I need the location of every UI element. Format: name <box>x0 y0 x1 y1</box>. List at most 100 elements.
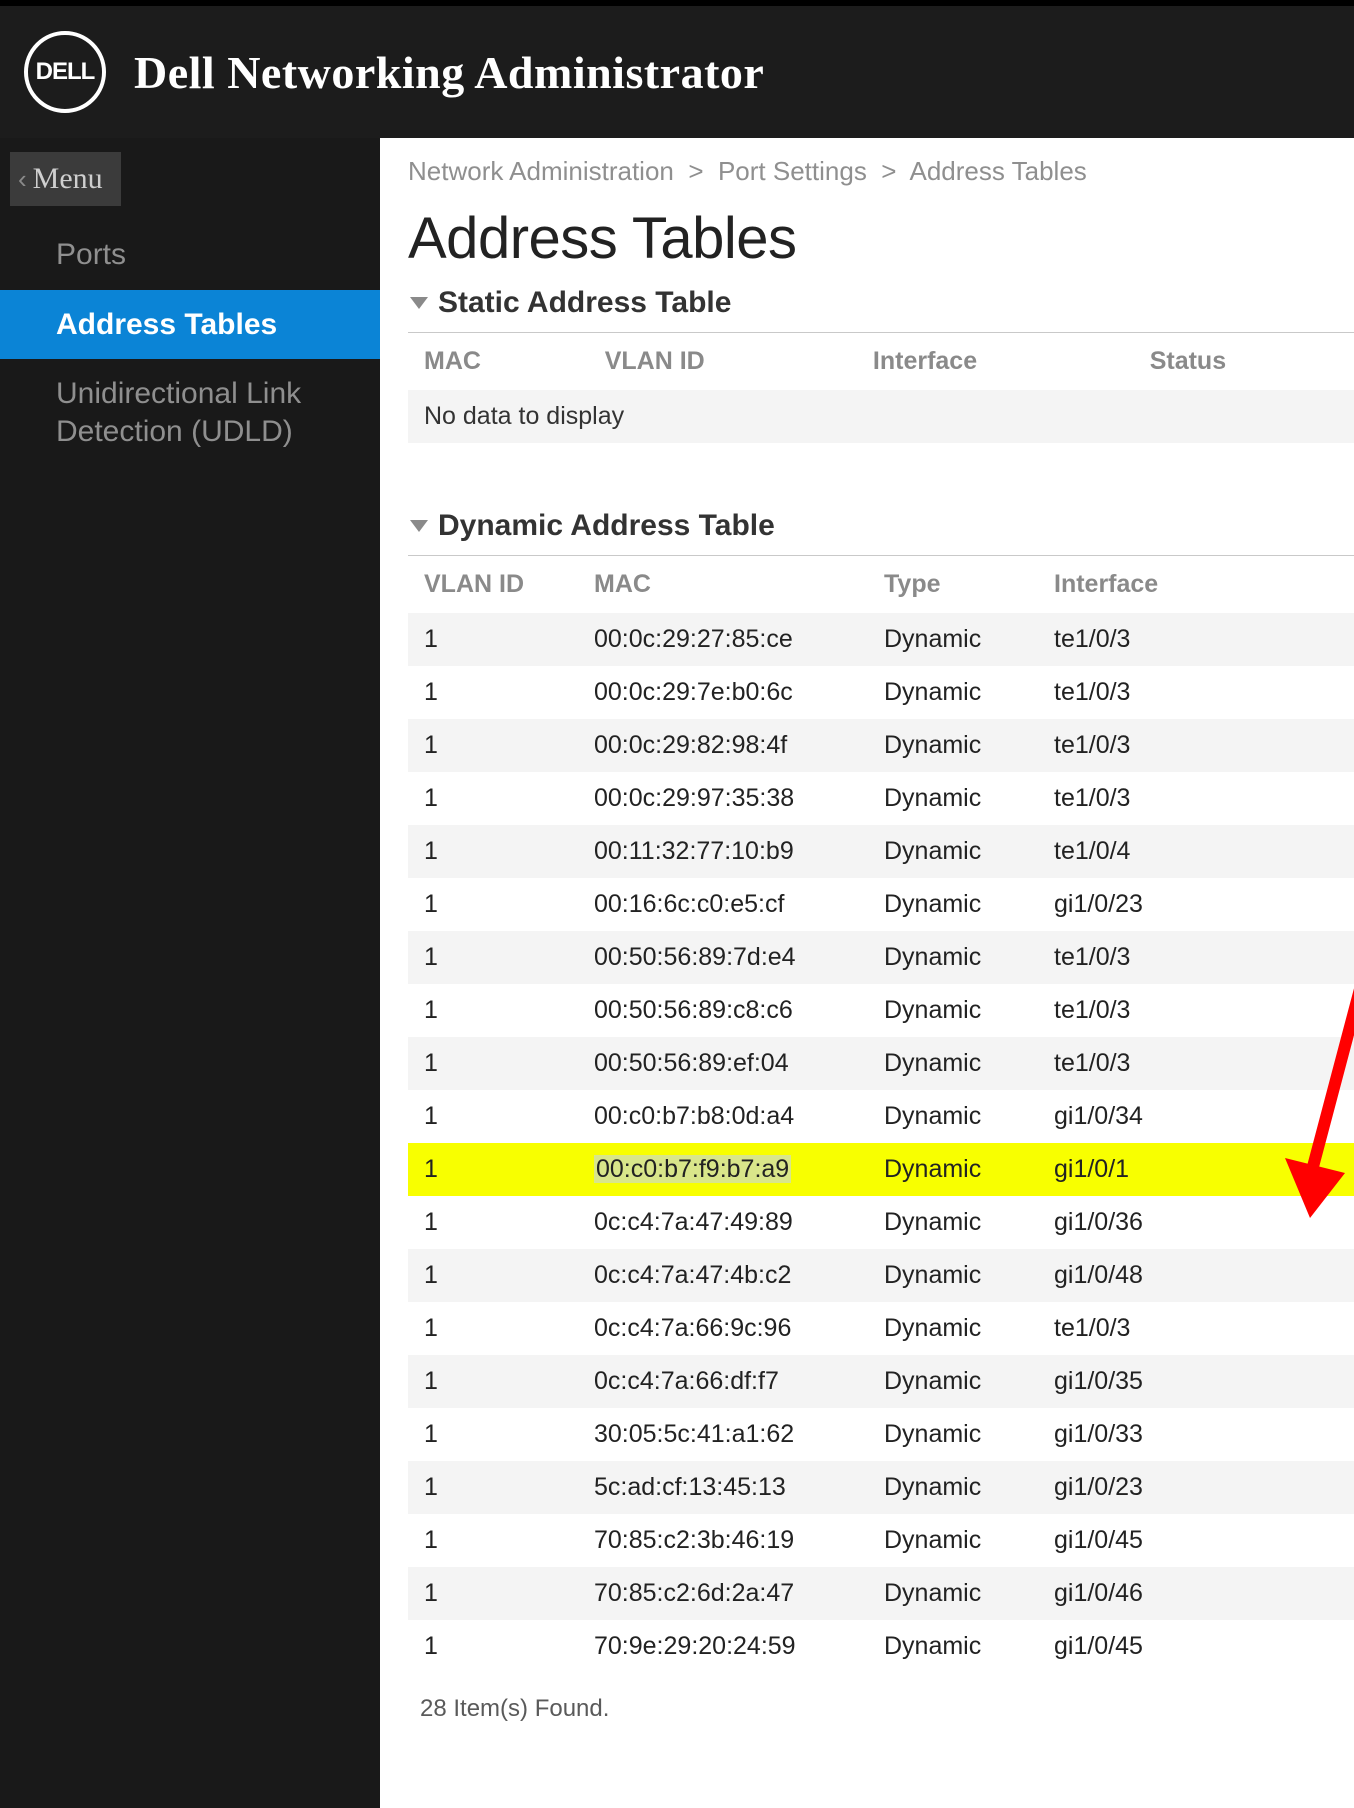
cell-mac: 00:c0:b7:f9:b7:a9 <box>578 1143 868 1196</box>
cell-vlan: 1 <box>408 613 578 666</box>
col-type[interactable]: Type <box>868 556 1038 613</box>
dynamic-section-title: Dynamic Address Table <box>438 509 775 543</box>
cell-type: Dynamic <box>868 878 1038 931</box>
cell-mac: 0c:c4:7a:47:49:89 <box>578 1196 868 1249</box>
cell-mac: 00:11:32:77:10:b9 <box>578 825 868 878</box>
cell-mac: 70:9e:29:20:24:59 <box>578 1620 868 1673</box>
cell-type: Dynamic <box>868 1196 1038 1249</box>
cell-vlan: 1 <box>408 1143 578 1196</box>
cell-interface: te1/0/3 <box>1038 719 1354 772</box>
col-mac[interactable]: MAC <box>408 333 589 390</box>
cell-type: Dynamic <box>868 1461 1038 1514</box>
cell-mac: 00:50:56:89:ef:04 <box>578 1037 868 1090</box>
col-interface[interactable]: Interface <box>1038 556 1354 613</box>
table-row[interactable]: 100:50:56:89:7d:e4Dynamicte1/0/3 <box>408 931 1354 984</box>
sidebar-item-label: Ports <box>56 238 126 271</box>
no-data-text: No data to display <box>408 390 1354 443</box>
col-interface[interactable]: Interface <box>857 333 1134 390</box>
cell-mac: 00:0c:29:82:98:4f <box>578 719 868 772</box>
cell-type: Dynamic <box>868 1355 1038 1408</box>
cell-type: Dynamic <box>868 613 1038 666</box>
table-row[interactable]: 100:16:6c:c0:e5:cfDynamicgi1/0/23 <box>408 878 1354 931</box>
table-row[interactable]: 100:50:56:89:c8:c6Dynamicte1/0/3 <box>408 984 1354 1037</box>
cell-vlan: 1 <box>408 772 578 825</box>
cell-interface: te1/0/3 <box>1038 1302 1354 1355</box>
cell-mac: 70:85:c2:6d:2a:47 <box>578 1567 868 1620</box>
cell-mac: 00:16:6c:c0:e5:cf <box>578 878 868 931</box>
cell-interface: gi1/0/36 <box>1038 1196 1354 1249</box>
col-status[interactable]: Status <box>1134 333 1354 390</box>
static-section-header[interactable]: Static Address Table <box>408 280 1354 333</box>
cell-interface: te1/0/3 <box>1038 931 1354 984</box>
cell-vlan: 1 <box>408 1620 578 1673</box>
cell-interface: gi1/0/35 <box>1038 1355 1354 1408</box>
dynamic-address-table: VLAN ID MAC Type Interface 100:0c:29:27:… <box>408 556 1354 1673</box>
cell-type: Dynamic <box>868 1249 1038 1302</box>
cell-mac: 00:0c:29:97:35:38 <box>578 772 868 825</box>
cell-interface: gi1/0/45 <box>1038 1620 1354 1673</box>
cell-vlan: 1 <box>408 1461 578 1514</box>
cell-vlan: 1 <box>408 984 578 1037</box>
table-row[interactable]: 170:85:c2:3b:46:19Dynamicgi1/0/45 <box>408 1514 1354 1567</box>
table-row[interactable]: 100:0c:29:82:98:4fDynamicte1/0/3 <box>408 719 1354 772</box>
dell-logo-icon: DELL <box>24 31 106 113</box>
cell-mac: 0c:c4:7a:66:9c:96 <box>578 1302 868 1355</box>
table-row[interactable]: 100:0c:29:7e:b0:6cDynamicte1/0/3 <box>408 666 1354 719</box>
menu-back-button[interactable]: ‹Menu <box>10 152 121 206</box>
table-row[interactable]: 170:85:c2:6d:2a:47Dynamicgi1/0/46 <box>408 1567 1354 1620</box>
table-row[interactable]: 10c:c4:7a:66:df:f7Dynamicgi1/0/35 <box>408 1355 1354 1408</box>
items-found-text: 28 Item(s) Found. <box>408 1673 1354 1723</box>
cell-interface: gi1/0/48 <box>1038 1249 1354 1302</box>
cell-mac: 70:85:c2:3b:46:19 <box>578 1514 868 1567</box>
cell-type: Dynamic <box>868 772 1038 825</box>
sidebar-item-ports[interactable]: Ports <box>0 220 380 290</box>
cell-vlan: 1 <box>408 666 578 719</box>
cell-vlan: 1 <box>408 1408 578 1461</box>
cell-mac: 00:0c:29:27:85:ce <box>578 613 868 666</box>
cell-mac: 0c:c4:7a:66:df:f7 <box>578 1355 868 1408</box>
table-row[interactable]: 100:11:32:77:10:b9Dynamicte1/0/4 <box>408 825 1354 878</box>
breadcrumb-part[interactable]: Address Tables <box>909 156 1086 186</box>
col-mac[interactable]: MAC <box>578 556 868 613</box>
cell-type: Dynamic <box>868 825 1038 878</box>
cell-mac: 00:50:56:89:7d:e4 <box>578 931 868 984</box>
cell-interface: te1/0/3 <box>1038 666 1354 719</box>
table-row[interactable]: 130:05:5c:41:a1:62Dynamicgi1/0/33 <box>408 1408 1354 1461</box>
chevron-down-icon <box>410 297 428 309</box>
table-row[interactable]: 10c:c4:7a:47:4b:c2Dynamicgi1/0/48 <box>408 1249 1354 1302</box>
breadcrumb-part[interactable]: Network Administration <box>408 156 674 186</box>
table-row[interactable]: 100:0c:29:27:85:ceDynamicte1/0/3 <box>408 613 1354 666</box>
cell-vlan: 1 <box>408 1514 578 1567</box>
table-row[interactable]: 15c:ad:cf:13:45:13Dynamicgi1/0/23 <box>408 1461 1354 1514</box>
cell-vlan: 1 <box>408 1249 578 1302</box>
cell-type: Dynamic <box>868 1408 1038 1461</box>
cell-interface: te1/0/3 <box>1038 1037 1354 1090</box>
table-row[interactable]: 100:0c:29:97:35:38Dynamicte1/0/3 <box>408 772 1354 825</box>
dynamic-section-header[interactable]: Dynamic Address Table <box>408 503 1354 556</box>
table-row[interactable]: 100:c0:b7:b8:0d:a4Dynamicgi1/0/34 <box>408 1090 1354 1143</box>
table-row[interactable]: 10c:c4:7a:47:49:89Dynamicgi1/0/36 <box>408 1196 1354 1249</box>
col-vlan[interactable]: VLAN ID <box>408 556 578 613</box>
static-address-section: Static Address Table MAC VLAN ID Interfa… <box>408 280 1354 443</box>
highlighted-mac: 00:c0:b7:f9:b7:a9 <box>594 1155 791 1183</box>
table-row[interactable]: 170:9e:29:20:24:59Dynamicgi1/0/45 <box>408 1620 1354 1673</box>
sidebar-item-address-tables[interactable]: Address Tables <box>0 290 380 360</box>
sidebar-item-unidirectional-link-detection-udld[interactable]: Unidirectional Link Detection (UDLD) <box>0 359 380 466</box>
no-data-row: No data to display <box>408 390 1354 443</box>
cell-type: Dynamic <box>868 931 1038 984</box>
cell-interface: gi1/0/34 <box>1038 1090 1354 1143</box>
cell-interface: gi1/0/23 <box>1038 1461 1354 1514</box>
cell-interface: te1/0/3 <box>1038 772 1354 825</box>
table-row[interactable]: 100:50:56:89:ef:04Dynamicte1/0/3 <box>408 1037 1354 1090</box>
breadcrumb[interactable]: Network Administration > Port Settings >… <box>408 156 1354 187</box>
cell-type: Dynamic <box>868 984 1038 1037</box>
breadcrumb-part[interactable]: Port Settings <box>718 156 867 186</box>
cell-type: Dynamic <box>868 1302 1038 1355</box>
cell-interface: gi1/0/45 <box>1038 1514 1354 1567</box>
col-vlan[interactable]: VLAN ID <box>589 333 857 390</box>
table-row[interactable]: 10c:c4:7a:66:9c:96Dynamicte1/0/3 <box>408 1302 1354 1355</box>
sidebar-item-label: Unidirectional Link Detection (UDLD) <box>56 377 301 448</box>
cell-vlan: 1 <box>408 1302 578 1355</box>
table-row[interactable]: 100:c0:b7:f9:b7:a9Dynamicgi1/0/1 <box>408 1143 1354 1196</box>
logo-text: DELL <box>36 58 95 86</box>
